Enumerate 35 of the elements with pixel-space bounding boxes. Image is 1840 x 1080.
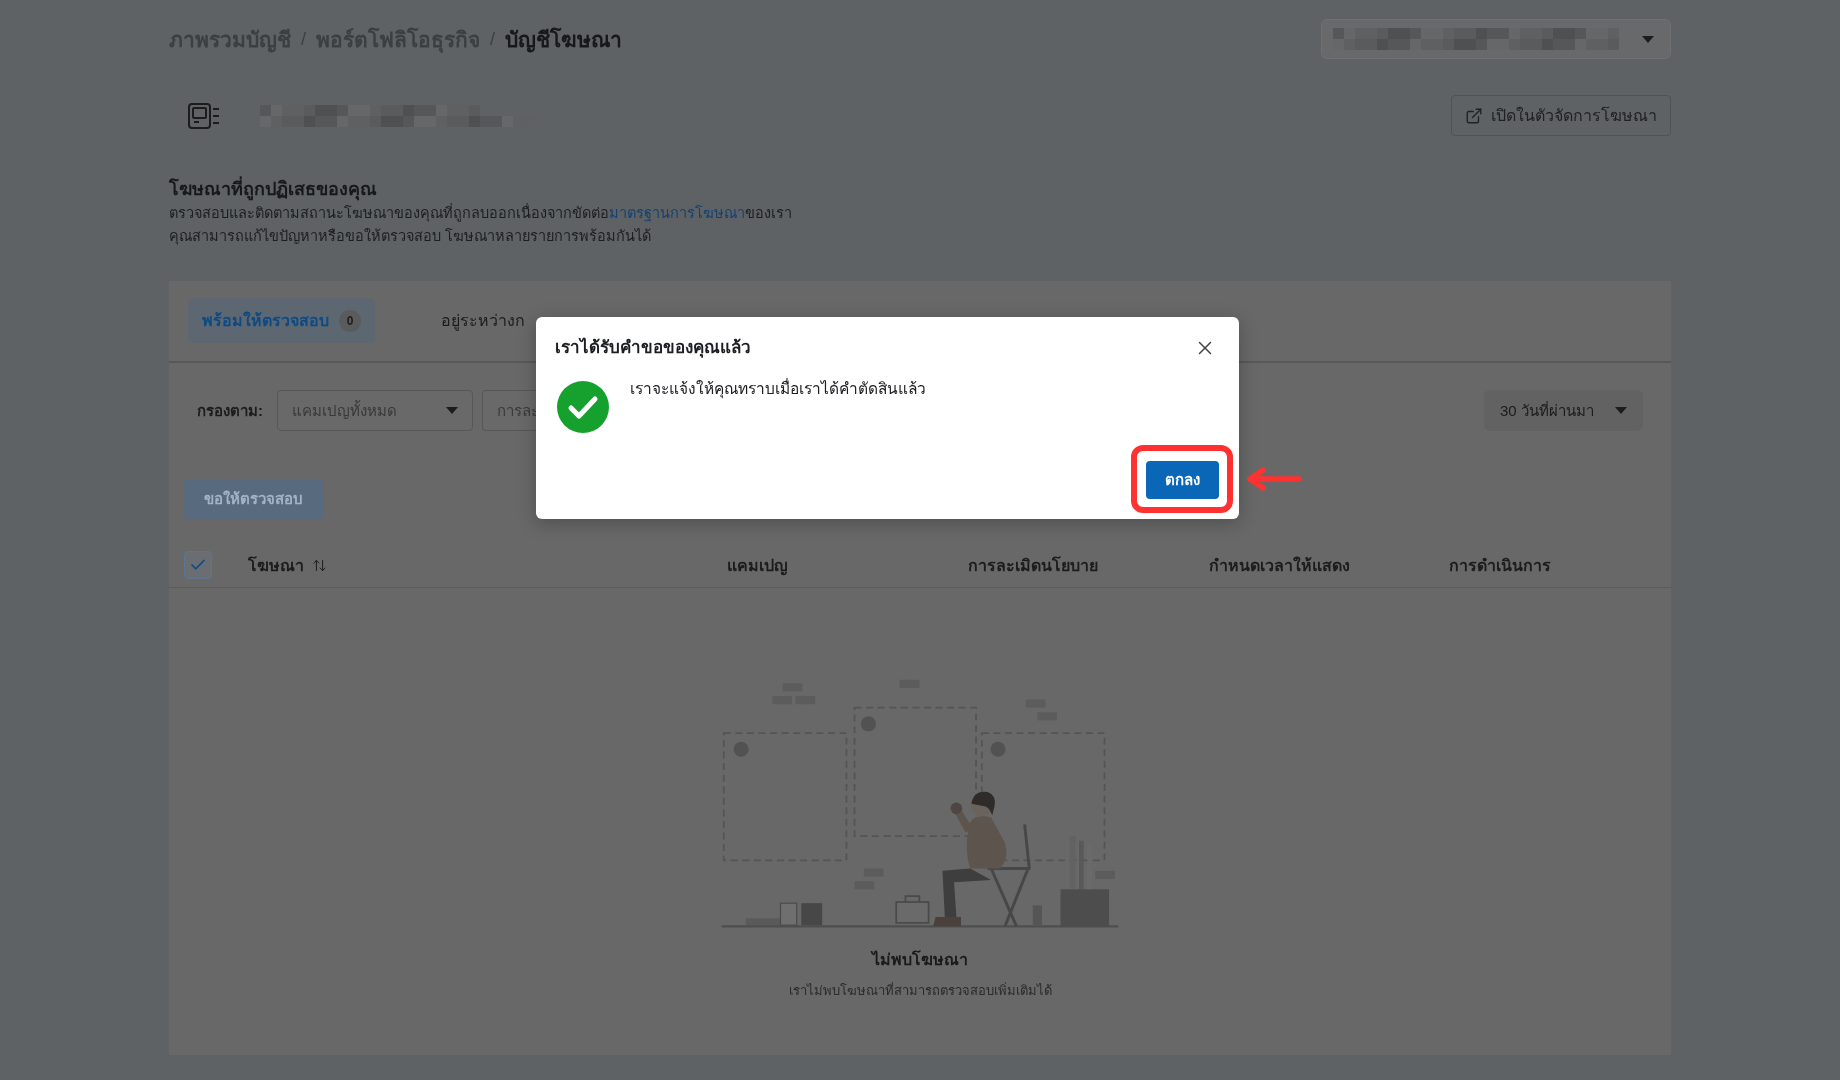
caret-icon: [1615, 407, 1627, 414]
column-header: การละเมิดนโยบาย: [968, 555, 1098, 576]
left-arrow-icon: [1246, 467, 1302, 491]
page-title: บัญชีโฆษณา: [505, 26, 623, 55]
section-title: โฆษณาที่ถูกปฏิเสธของคุณ: [169, 178, 1671, 200]
breadcrumb-separator: /: [490, 28, 496, 50]
description-text: คุณสามารถแก้ไขปัญหาหรือขอให้ตรวจสอบ โฆษณาหลายรายการพร้อมกันได้: [169, 227, 653, 247]
tab[interactable]: อยู่ระหว่างก: [427, 298, 539, 343]
column-header: กำหนดเวลาให้แสดง: [1209, 555, 1350, 576]
sortable-column-header[interactable]: โฆษณา: [248, 552, 327, 578]
count-badge: 0: [339, 309, 361, 332]
ok-button[interactable]: ตกลง: [1146, 461, 1219, 499]
dialog-title: เราได้รับคำขอของคุณแล้ว: [555, 337, 751, 359]
monitor-list-icon: [188, 102, 220, 129]
ad-standards-link[interactable]: มาตรฐานการโฆษณา: [609, 205, 745, 221]
account-selector[interactable]: [1321, 19, 1671, 59]
external-link-icon: [1465, 106, 1483, 125]
caret-icon: [1642, 35, 1654, 43]
caret-icon: [446, 407, 458, 414]
dropdown-value: 30 วันที่ผ่านมา: [1500, 400, 1594, 421]
description-text: ตรวจสอบและติดตามสถานะโฆษณาของคุณที่ถูกลบออกเนื่องจากขัดต่อมาตรฐานการโฆษณาของเรา: [169, 202, 793, 224]
date-range-dropdown[interactable]: 30 วันที่ผ่านมา: [1484, 390, 1643, 431]
tab[interactable]: พร้อมให้ตรวจสอบ 0: [188, 298, 375, 343]
tab-label: อยู่ระหว่างก: [441, 311, 525, 333]
filter-label: กรองตาม:: [197, 400, 263, 421]
dialog-message: เราจะแจ้งให้คุณทราบเมื่อเราได้คำตัดสินแล้ว: [630, 379, 926, 399]
select-all-checkbox[interactable]: [184, 551, 212, 579]
tab-label: พร้อมให้ตรวจสอบ: [202, 310, 329, 331]
column-header: การดำเนินการ: [1449, 555, 1551, 576]
open-in-ads-manager-button[interactable]: เปิดในตัวจัดการโฆษณา: [1451, 95, 1671, 136]
sort-icon: [312, 557, 327, 573]
breadcrumb-separator: /: [301, 28, 306, 50]
empty-state-message: เราไม่พบโฆษณาที่สามารถตรวจสอบเพิ่มเติมได้: [788, 981, 1052, 1000]
empty-state-title: ไม่พบโฆษณา: [872, 950, 968, 970]
column-header: แคมเปญ: [727, 555, 788, 578]
